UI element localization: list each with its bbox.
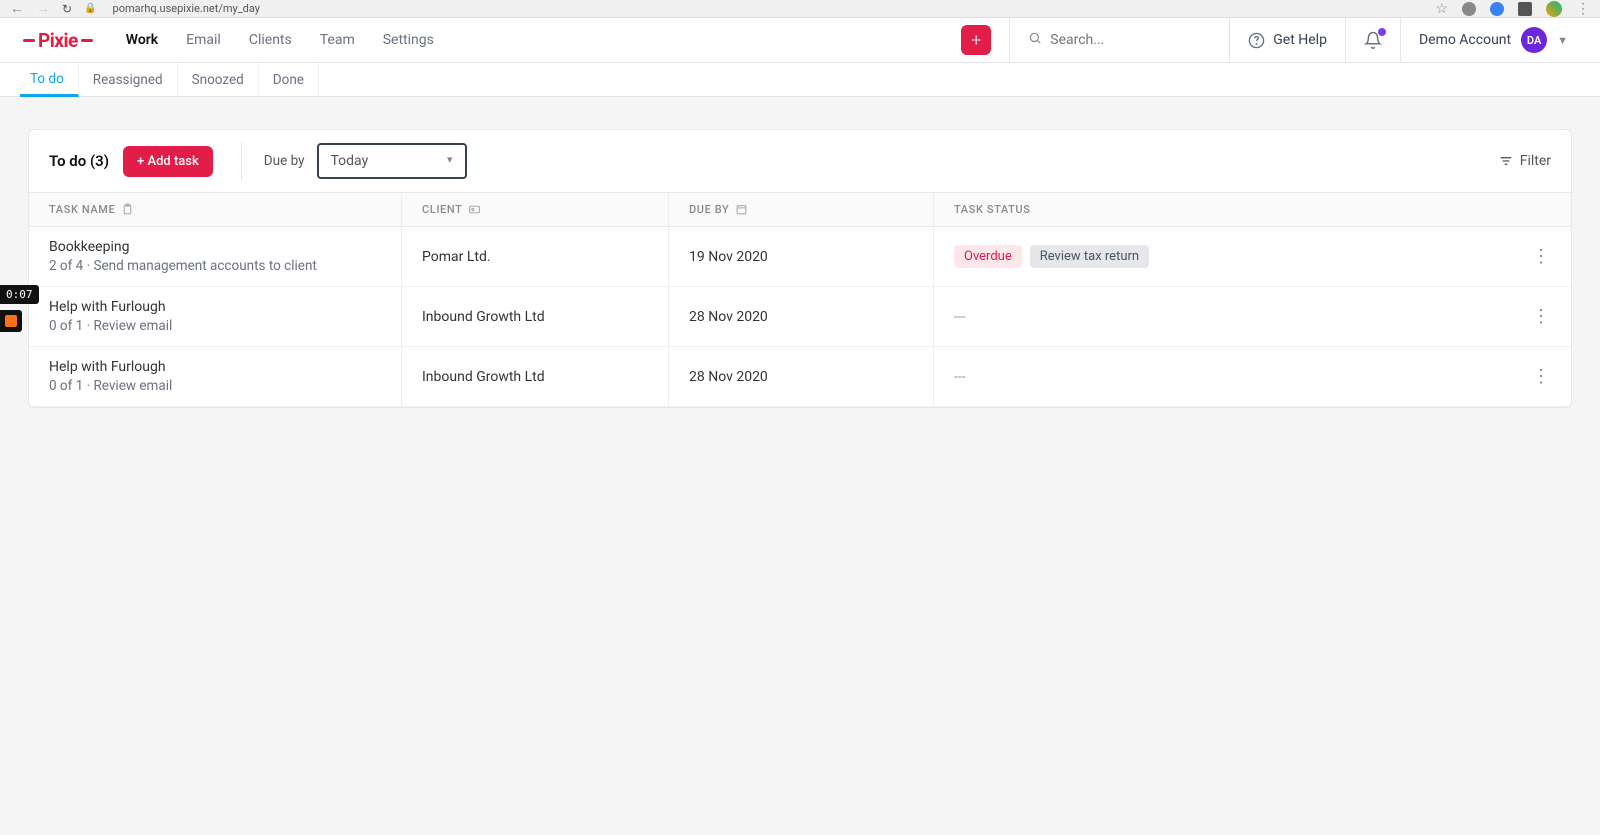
task-title: Help with Furlough xyxy=(49,299,381,315)
filter-label: Filter xyxy=(1520,153,1551,169)
id-card-icon xyxy=(468,203,481,216)
search-input[interactable] xyxy=(1050,32,1211,48)
plus-icon: + xyxy=(971,30,981,51)
row-actions-button[interactable]: ⋮ xyxy=(1512,347,1571,406)
work-subnav: To do Reassigned Snoozed Done xyxy=(0,63,1600,97)
cell-due: 28 Nov 2020 xyxy=(668,287,933,346)
column-client[interactable]: CLIENT xyxy=(401,193,668,226)
app-header: Pixie Work Email Clients Team Settings +… xyxy=(0,18,1600,63)
recording-stop-button[interactable] xyxy=(0,310,22,332)
cell-client: Inbound Growth Ltd xyxy=(401,347,668,406)
status-badge-overdue: Overdue xyxy=(954,245,1022,268)
brand-logo[interactable]: Pixie xyxy=(20,29,96,52)
account-menu[interactable]: Demo Account DA ▼ xyxy=(1400,18,1580,63)
status-badge-review: Review tax return xyxy=(1030,245,1149,268)
url-text: pomarhq.usepixie.net/my_day xyxy=(113,2,260,15)
task-title: Help with Furlough xyxy=(49,359,381,375)
cell-task: Bookkeeping 2 of 4 · Send management acc… xyxy=(29,227,401,286)
nav-settings[interactable]: Settings xyxy=(383,32,434,48)
column-due-by[interactable]: DUE BY xyxy=(668,193,933,226)
due-by-group: Due by Today xyxy=(241,142,467,180)
cell-status: --- xyxy=(933,347,1512,406)
due-by-selected-value: Today xyxy=(331,153,369,169)
get-help-label: Get Help xyxy=(1273,32,1327,48)
cell-due: 19 Nov 2020 xyxy=(668,227,933,286)
recording-timer[interactable]: 0:07 xyxy=(0,285,39,304)
cell-due: 28 Nov 2020 xyxy=(668,347,933,406)
nav-clients[interactable]: Clients xyxy=(249,32,292,48)
panel-title: To do (3) xyxy=(49,152,109,170)
create-button[interactable]: + xyxy=(961,25,991,55)
cell-client: Inbound Growth Ltd xyxy=(401,287,668,346)
panel-header: To do (3) + Add task Due by Today Filter xyxy=(29,130,1571,192)
tab-snoozed[interactable]: Snoozed xyxy=(178,63,259,96)
account-avatar: DA xyxy=(1521,27,1547,53)
table-row[interactable]: Help with Furlough 0 of 1 · Review email… xyxy=(29,287,1571,347)
task-title: Bookkeeping xyxy=(49,239,381,255)
table-row[interactable]: Help with Furlough 0 of 1 · Review email… xyxy=(29,347,1571,407)
browser-profile-avatar[interactable] xyxy=(1546,1,1562,17)
browser-menu-icon[interactable]: ⋮ xyxy=(1576,1,1590,17)
reload-icon[interactable]: ↻ xyxy=(62,2,72,16)
browser-chrome: ← → ↻ 🔒 pomarhq.usepixie.net/my_day ☆ ⋮ xyxy=(0,0,1600,18)
cell-status: Overdue Review tax return xyxy=(933,227,1512,286)
question-circle-icon xyxy=(1248,32,1265,49)
bookmark-star-icon[interactable]: ☆ xyxy=(1435,1,1448,17)
extension-icon[interactable] xyxy=(1490,2,1504,16)
extensions-menu-icon[interactable] xyxy=(1518,2,1532,16)
nav-team[interactable]: Team xyxy=(320,32,355,48)
clipboard-icon xyxy=(121,203,134,216)
tab-reassigned[interactable]: Reassigned xyxy=(79,63,178,96)
task-subtitle: 0 of 1 · Review email xyxy=(49,378,381,394)
logo-dash-icon xyxy=(23,39,35,42)
task-subtitle: 0 of 1 · Review email xyxy=(49,318,381,334)
filter-icon xyxy=(1498,153,1514,169)
column-task-name[interactable]: TASK NAME xyxy=(29,193,401,226)
row-actions-button[interactable]: ⋮ xyxy=(1512,287,1571,346)
main-nav: Work Email Clients Team Settings xyxy=(126,32,434,48)
extension-icon[interactable] xyxy=(1462,2,1476,16)
chevron-down-icon: ▼ xyxy=(1557,34,1568,47)
calendar-icon xyxy=(735,203,748,216)
search-container[interactable] xyxy=(1009,18,1229,63)
table-header: TASK NAME CLIENT DUE BY TASK STATUS xyxy=(29,192,1571,227)
notification-dot-icon xyxy=(1378,28,1386,36)
nav-work[interactable]: Work xyxy=(126,32,158,48)
column-actions xyxy=(1521,193,1571,226)
todo-panel: To do (3) + Add task Due by Today Filter… xyxy=(28,129,1572,408)
tab-done[interactable]: Done xyxy=(259,63,319,96)
search-icon xyxy=(1028,31,1042,49)
lock-icon: 🔒 xyxy=(84,3,96,14)
cell-task: Help with Furlough 0 of 1 · Review email xyxy=(29,287,401,346)
nav-email[interactable]: Email xyxy=(186,32,221,48)
column-task-status[interactable]: TASK STATUS xyxy=(933,193,1521,226)
filter-button[interactable]: Filter xyxy=(1498,153,1551,169)
notifications-button[interactable] xyxy=(1345,18,1400,63)
forward-icon: → xyxy=(36,0,50,17)
account-name: Demo Account xyxy=(1419,32,1511,48)
due-by-label: Due by xyxy=(264,153,305,169)
main-content: To do (3) + Add task Due by Today Filter… xyxy=(0,97,1600,440)
logo-dash-icon xyxy=(81,39,93,42)
table-row[interactable]: Bookkeeping 2 of 4 · Send management acc… xyxy=(29,227,1571,287)
cell-task: Help with Furlough 0 of 1 · Review email xyxy=(29,347,401,406)
get-help-button[interactable]: Get Help xyxy=(1229,18,1345,63)
tab-todo[interactable]: To do xyxy=(20,63,79,97)
task-subtitle: 2 of 4 · Send management accounts to cli… xyxy=(49,258,381,274)
cell-client: Pomar Ltd. xyxy=(401,227,668,286)
cell-status: --- xyxy=(933,287,1512,346)
add-task-button[interactable]: + Add task xyxy=(123,146,213,177)
row-actions-button[interactable]: ⋮ xyxy=(1512,227,1571,286)
brand-name: Pixie xyxy=(38,29,78,52)
due-by-select[interactable]: Today xyxy=(317,143,467,179)
back-icon[interactable]: ← xyxy=(10,0,24,17)
